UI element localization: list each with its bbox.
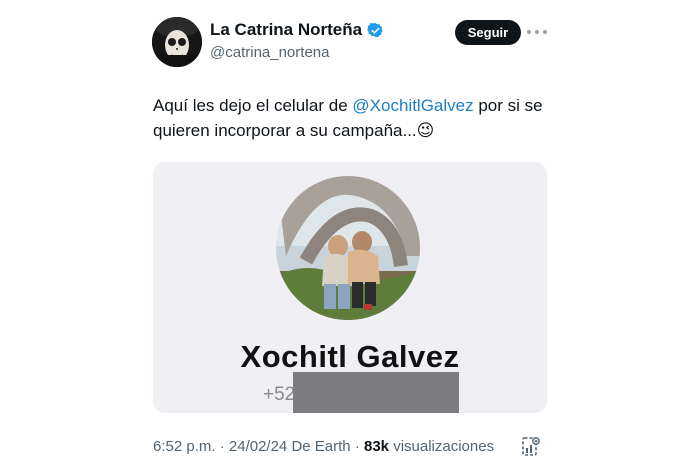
dot [535,30,539,34]
tweet-date[interactable]: 24/02/24 [229,438,287,455]
contact-photo-image [276,176,420,320]
more-dots-icon[interactable] [527,24,547,40]
follow-button[interactable]: Seguir [455,20,521,45]
verified-badge-icon [367,22,383,37]
meta-separator: · [354,438,360,455]
contact-name: Xochitl Galvez [240,339,460,374]
tweet-container: La Catrina Norteña @catrina_nortena Segu… [0,0,700,464]
author-display-name[interactable]: La Catrina Norteña [210,20,362,40]
redaction-box [293,372,459,413]
author-avatar[interactable] [152,17,202,67]
dot [543,30,547,34]
display-name-row: La Catrina Norteña [210,20,384,40]
catrina-avatar-icon [152,17,202,67]
tweet-meta: 6:52 p.m. · 24/02/24 De Earth · 83k visu… [153,438,494,455]
tweet-text-before: Aquí les dejo el celular de [153,96,353,115]
tweet-source: De Earth [291,438,351,455]
author-handle[interactable]: @catrina_nortena [210,44,329,61]
meta-separator: · [219,438,225,455]
post-analytics-icon[interactable] [521,436,541,458]
contact-phone: +52 [263,384,296,405]
contact-card-image[interactable]: Xochitl Galvez +52 [153,162,547,413]
tweet-time[interactable]: 6:52 p.m. [153,438,216,455]
views-count[interactable]: 83k [364,438,389,455]
views-label: visualizaciones [393,438,495,455]
mention-link[interactable]: @XochitlGalvez [352,96,473,115]
wink-emoji-icon: 😉 [416,121,435,140]
tweet-text: Aquí les dejo el celular de @XochitlGalv… [153,93,553,143]
dot [527,30,531,34]
contact-photo [276,176,420,320]
